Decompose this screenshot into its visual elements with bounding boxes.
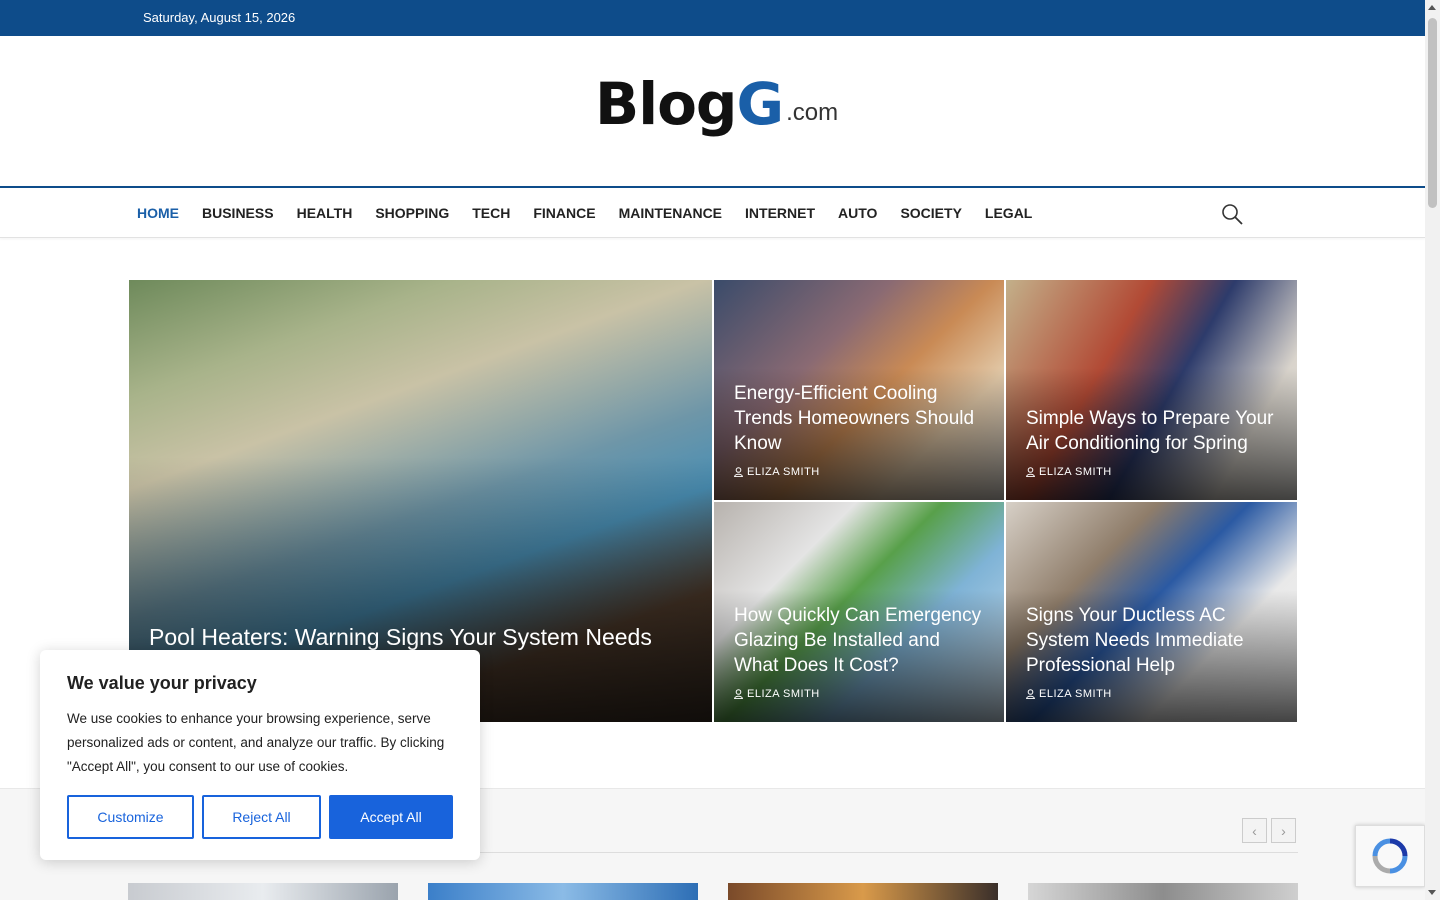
reject-all-button[interactable]: Reject All xyxy=(202,795,321,839)
page-scrollbar[interactable] xyxy=(1425,0,1440,900)
post-author[interactable]: ELIZA SMITH xyxy=(734,688,820,700)
nav-item-tech[interactable]: TECH xyxy=(472,205,510,221)
user-icon xyxy=(734,689,743,699)
customize-button[interactable]: Customize xyxy=(67,795,194,839)
featured-post-title[interactable]: Signs Your Ductless AC System Needs Imme… xyxy=(1026,603,1279,678)
featured-post-tile[interactable]: Signs Your Ductless AC System Needs Imme… xyxy=(1006,502,1297,722)
recaptcha-icon xyxy=(1372,838,1408,874)
nav-item-legal[interactable]: LEGAL xyxy=(985,205,1032,221)
nav-item-health[interactable]: HEALTH xyxy=(297,205,353,221)
post-author[interactable]: ELIZA SMITH xyxy=(734,466,820,478)
featured-post-title[interactable]: Pool Heaters: Warning Signs Your System … xyxy=(149,625,694,650)
user-icon xyxy=(734,467,743,477)
accept-all-button[interactable]: Accept All xyxy=(329,795,453,839)
carousel-thumbnail[interactable] xyxy=(128,883,398,900)
nav-item-shopping[interactable]: SHOPPING xyxy=(375,205,449,221)
featured-post-title[interactable]: Energy-Efficient Cooling Trends Homeowne… xyxy=(734,381,986,456)
current-date: Saturday, August 15, 2026 xyxy=(143,10,296,25)
scroll-up-icon[interactable] xyxy=(1428,5,1436,10)
author-name: ELIZA SMITH xyxy=(747,466,820,478)
featured-post-tile[interactable]: Energy-Efficient Cooling Trends Homeowne… xyxy=(714,280,1004,500)
author-name: ELIZA SMITH xyxy=(1039,466,1112,478)
author-name: ELIZA SMITH xyxy=(747,688,820,700)
site-logo[interactable]: Blog G .com xyxy=(595,58,838,133)
featured-post-title[interactable]: Simple Ways to Prepare Your Air Conditio… xyxy=(1026,406,1279,456)
logo-tld: .com xyxy=(786,99,839,126)
featured-post-tile[interactable]: How Quickly Can Emergency Glazing Be Ins… xyxy=(714,502,1004,722)
author-name: ELIZA SMITH xyxy=(1039,688,1112,700)
carousel-thumbnail[interactable] xyxy=(1028,883,1298,900)
user-icon xyxy=(1026,467,1035,477)
cookie-description: We use cookies to enhance your browsing … xyxy=(67,711,445,774)
nav-item-society[interactable]: SOCIETY xyxy=(900,205,961,221)
nav-item-internet[interactable]: INTERNET xyxy=(745,205,815,221)
cookie-heading: We value your privacy xyxy=(67,673,257,693)
logo-main-text: Blog xyxy=(595,70,737,138)
main-navigation: HOME BUSINESS HEALTH SHOPPING TECH FINAN… xyxy=(0,186,1425,238)
scroll-down-icon[interactable] xyxy=(1428,890,1436,895)
post-author[interactable]: ELIZA SMITH xyxy=(1026,688,1112,700)
carousel-thumbnail[interactable] xyxy=(428,883,698,900)
recaptcha-badge[interactable] xyxy=(1355,825,1425,887)
nav-item-auto[interactable]: AUTO xyxy=(838,205,877,221)
top-bar: Saturday, August 15, 2026 xyxy=(0,0,1425,36)
page: Saturday, August 15, 2026 Blog G .com HO… xyxy=(0,0,1440,900)
featured-post-title[interactable]: How Quickly Can Emergency Glazing Be Ins… xyxy=(734,603,986,678)
nav-item-finance[interactable]: FINANCE xyxy=(533,205,595,221)
post-author[interactable]: ELIZA SMITH xyxy=(1026,466,1112,478)
featured-post-tile[interactable]: Simple Ways to Prepare Your Air Conditio… xyxy=(1006,280,1297,500)
chevron-right-icon[interactable]: › xyxy=(1271,818,1296,843)
user-icon xyxy=(1026,689,1035,699)
scrollbar-thumb[interactable] xyxy=(1428,18,1437,208)
search-icon[interactable] xyxy=(1220,202,1244,226)
cookie-consent-banner: We value your privacy We use cookies to … xyxy=(40,650,480,860)
logo-accent-letter: G xyxy=(736,70,785,138)
chevron-left-icon[interactable]: ‹ xyxy=(1242,818,1267,843)
nav-item-business[interactable]: BUSINESS xyxy=(202,205,274,221)
nav-item-home[interactable]: HOME xyxy=(137,205,179,221)
carousel-thumbnail[interactable] xyxy=(728,883,998,900)
nav-item-maintenance[interactable]: MAINTENANCE xyxy=(619,205,722,221)
